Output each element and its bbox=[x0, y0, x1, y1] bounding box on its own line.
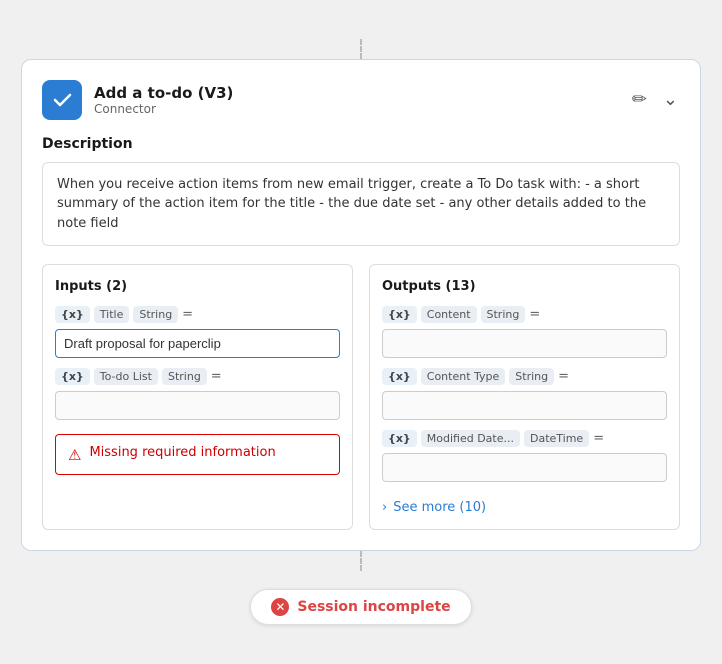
modified-eq: = bbox=[593, 431, 604, 446]
modified-var-symbol: {x} bbox=[388, 432, 411, 445]
io-row: Inputs (2) {x} Title String = {x} To bbox=[42, 264, 680, 530]
content-var-badge: {x} bbox=[382, 306, 417, 323]
card-title: Add a to-do (V3) bbox=[94, 84, 233, 102]
modified-var-badge: {x} bbox=[382, 430, 417, 447]
card-subtitle: Connector bbox=[94, 102, 233, 116]
outputs-panel: Outputs (13) {x} Content String = {x} bbox=[369, 264, 680, 530]
output-content-row: {x} Content String = bbox=[382, 306, 667, 323]
session-bar: ✕ Session incomplete bbox=[250, 589, 471, 625]
content-type-badge: String bbox=[481, 306, 526, 323]
chevron-right-icon: › bbox=[382, 500, 387, 515]
content-eq: = bbox=[529, 307, 540, 322]
card-header-left: Add a to-do (V3) Connector bbox=[42, 80, 233, 120]
error-message: Missing required information bbox=[89, 445, 275, 460]
description-label: Description bbox=[42, 136, 680, 152]
content-type-eq: = bbox=[558, 369, 569, 384]
edit-button[interactable]: ✏ bbox=[630, 87, 649, 112]
todo-input[interactable] bbox=[55, 391, 340, 420]
todo-var-badge: {x} bbox=[55, 368, 90, 385]
content-type-var-symbol: {x} bbox=[388, 370, 411, 383]
inputs-panel: Inputs (2) {x} Title String = {x} To bbox=[42, 264, 353, 530]
input-title-row: {x} Title String = bbox=[55, 306, 340, 323]
todo-var-symbol: {x} bbox=[61, 370, 84, 383]
todo-name-badge: To-do List bbox=[94, 368, 158, 385]
outputs-title: Outputs (13) bbox=[382, 279, 667, 294]
content-input[interactable] bbox=[382, 329, 667, 358]
content-type-type-badge: String bbox=[509, 368, 554, 385]
title-type-badge: String bbox=[133, 306, 178, 323]
session-error-icon: ✕ bbox=[271, 598, 289, 616]
content-type-input[interactable] bbox=[382, 391, 667, 420]
title-var-symbol: {x} bbox=[61, 308, 84, 321]
modified-input[interactable] bbox=[382, 453, 667, 482]
content-name-badge: Content bbox=[421, 306, 477, 323]
session-pill: ✕ Session incomplete bbox=[250, 589, 471, 625]
session-x-icon: ✕ bbox=[275, 600, 285, 614]
see-more-button[interactable]: › See more (10) bbox=[382, 500, 667, 515]
input-todo-row: {x} To-do List String = bbox=[55, 368, 340, 385]
description-text: When you receive action items from new e… bbox=[42, 162, 680, 247]
collapse-icon: ⌄ bbox=[663, 89, 678, 110]
card-actions: ✏ ⌄ bbox=[630, 87, 680, 112]
see-more-label: See more (10) bbox=[393, 500, 486, 515]
title-input[interactable] bbox=[55, 329, 340, 358]
action-card: Add a to-do (V3) Connector ✏ ⌄ Descripti… bbox=[21, 59, 701, 552]
error-box: ⚠ Missing required information bbox=[55, 434, 340, 475]
session-message: Session incomplete bbox=[297, 599, 450, 615]
title-var-badge: {x} bbox=[55, 306, 90, 323]
todo-type-badge: String bbox=[162, 368, 207, 385]
card-title-group: Add a to-do (V3) Connector bbox=[94, 84, 233, 116]
warning-icon: ⚠ bbox=[68, 446, 81, 464]
title-name-badge: Title bbox=[94, 306, 130, 323]
content-type-name-badge: Content Type bbox=[421, 368, 506, 385]
card-header: Add a to-do (V3) Connector ✏ ⌄ bbox=[42, 80, 680, 120]
collapse-button[interactable]: ⌄ bbox=[661, 87, 680, 112]
output-content-type-row: {x} Content Type String = bbox=[382, 368, 667, 385]
modified-type-badge: DateTime bbox=[524, 430, 589, 447]
app-icon bbox=[42, 80, 82, 120]
content-type-var-badge: {x} bbox=[382, 368, 417, 385]
todo-eq: = bbox=[211, 369, 222, 384]
content-var-symbol: {x} bbox=[388, 308, 411, 321]
output-modified-row: {x} Modified Date... DateTime = bbox=[382, 430, 667, 447]
title-eq: = bbox=[182, 307, 193, 322]
edit-icon: ✏ bbox=[632, 89, 647, 110]
modified-name-badge: Modified Date... bbox=[421, 430, 520, 447]
inputs-title: Inputs (2) bbox=[55, 279, 340, 294]
